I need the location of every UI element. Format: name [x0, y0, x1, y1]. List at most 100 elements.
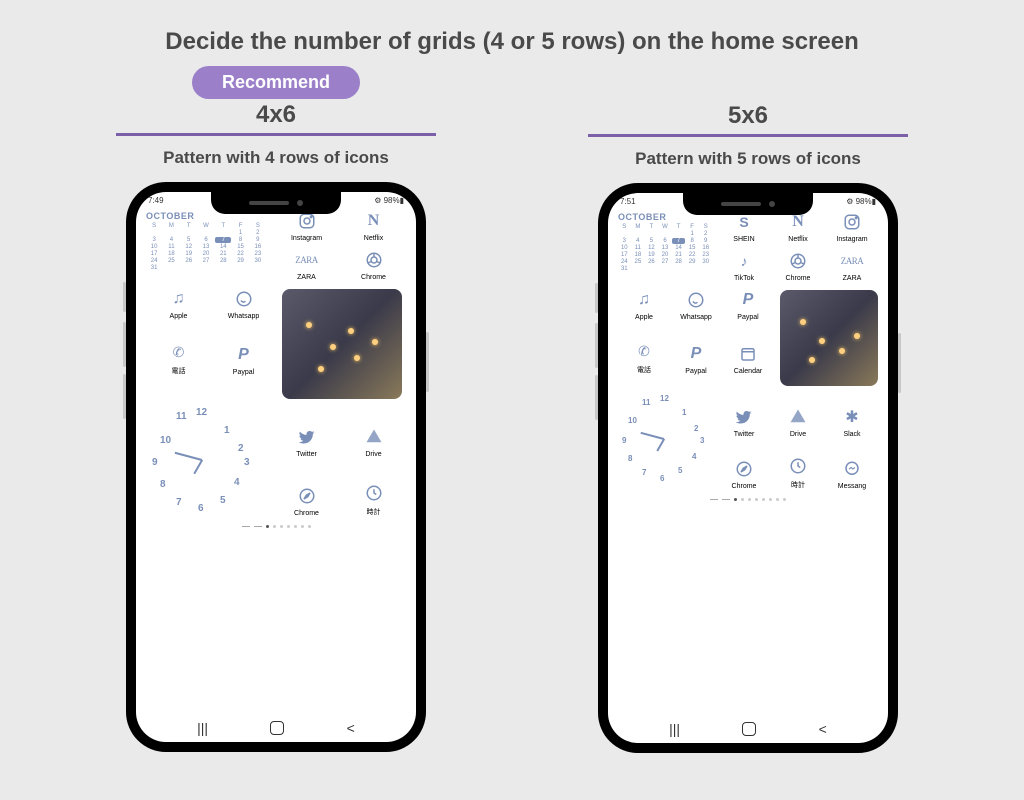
- app-label: Paypal: [685, 368, 706, 375]
- compass-icon: [734, 459, 754, 479]
- phone-volume-up: [595, 323, 598, 368]
- app-chrome[interactable]: Chrome: [772, 251, 824, 282]
- app-paypal[interactable]: PPaypal: [211, 342, 276, 376]
- drive-icon: [364, 427, 384, 447]
- grid-label-5x6: 5x6: [728, 102, 768, 130]
- app-netflix[interactable]: NNetflix: [341, 211, 406, 242]
- app-label: Drive: [790, 431, 806, 438]
- app-label: Chrome: [361, 274, 386, 281]
- home-button[interactable]: [270, 721, 284, 735]
- page-indicator[interactable]: [618, 498, 878, 501]
- pattern-label-5: Pattern with 5 rows of icons: [635, 149, 861, 169]
- app-calendar[interactable]: Calendar: [722, 341, 774, 375]
- music-icon: ♫: [634, 290, 654, 310]
- status-time: 7:51: [620, 197, 636, 206]
- app-slack[interactable]: ✱Slack: [826, 394, 878, 438]
- recommend-badge: Recommend: [192, 66, 360, 99]
- app-whatsapp[interactable]: Whatsapp: [211, 289, 276, 320]
- instagram-icon: [297, 211, 317, 231]
- app-時計[interactable]: 時計: [341, 466, 406, 517]
- app-label: Apple: [170, 313, 188, 320]
- netflix-icon: N: [788, 212, 808, 232]
- app-label: 電話: [637, 365, 651, 375]
- clock-widget[interactable]: 12 11 1 2 3 4 5 6 7 8 9 10: [618, 394, 712, 490]
- clock-icon: [364, 483, 384, 503]
- phone-power-button: [426, 332, 429, 392]
- app-label: Calendar: [734, 368, 762, 375]
- phone-screen: 7:49 ⚙ 98%▮ OCTOBER SMTWTFS1234567891011…: [136, 192, 416, 742]
- photo-widget[interactable]: [282, 289, 402, 399]
- app-label: 時計: [791, 480, 805, 490]
- home-button[interactable]: [742, 722, 756, 736]
- underline: [116, 133, 436, 136]
- phone-mockup-4x6: 7:49 ⚙ 98%▮ OCTOBER SMTWTFS1234567891011…: [126, 182, 426, 752]
- column-5x6: 5x6 Pattern with 5 rows of icons 7:51 ⚙ …: [528, 66, 968, 753]
- calendar-widget[interactable]: OCTOBER SMTWTFS1234567891011121314151617…: [146, 211, 266, 281]
- calendar-grid: SMTWTFS123456789101112131415161718192021…: [146, 223, 266, 271]
- app-label: TikTok: [734, 275, 754, 282]
- app-chrome[interactable]: Chrome: [341, 250, 406, 281]
- app-drive[interactable]: Drive: [341, 407, 406, 458]
- paypal-icon: P: [738, 290, 758, 310]
- phone-volume-up: [123, 322, 126, 367]
- zara-icon: ZARA: [842, 251, 862, 271]
- twitter-icon: [297, 427, 317, 447]
- app-whatsapp[interactable]: Whatsapp: [670, 290, 722, 321]
- app-label: Chrome: [294, 510, 319, 517]
- app-twitter[interactable]: Twitter: [274, 407, 339, 458]
- app-apple[interactable]: ♫ Apple: [146, 289, 211, 320]
- compass-icon: [297, 486, 317, 506]
- clock-icon: [788, 456, 808, 476]
- android-nav-bar[interactable]: ||| <: [608, 721, 888, 737]
- recents-button[interactable]: |||: [197, 720, 208, 736]
- app-電話[interactable]: ✆電話: [146, 342, 211, 376]
- status-indicators: ⚙ 98%▮: [846, 197, 876, 206]
- page-indicator[interactable]: [146, 525, 406, 528]
- app-apple[interactable]: ♫ Apple: [618, 290, 670, 321]
- whatsapp-icon: [686, 290, 706, 310]
- comparison-columns: Recommend 4x6 Pattern with 4 rows of ico…: [0, 56, 1024, 753]
- phone-mute-switch: [595, 283, 598, 313]
- clock-widget[interactable]: 12 11 1 2 3 4 5 6 7 8 9 10: [146, 407, 266, 517]
- app-電話[interactable]: ✆電話: [618, 341, 670, 375]
- app-chrome[interactable]: Chrome: [718, 446, 770, 490]
- app-twitter[interactable]: Twitter: [718, 394, 770, 438]
- app-zara[interactable]: ZARAZARA: [826, 251, 878, 282]
- netflix-icon: N: [364, 211, 384, 231]
- app-label: 電話: [172, 366, 186, 376]
- app-label: Apple: [635, 314, 653, 321]
- slack-icon: ✱: [842, 407, 862, 427]
- app-netflix[interactable]: NNetflix: [772, 212, 824, 243]
- photo-widget[interactable]: [780, 290, 878, 386]
- music-icon: ♫: [169, 289, 189, 309]
- back-button[interactable]: <: [347, 720, 355, 736]
- app-label: Paypal: [737, 314, 758, 321]
- recents-button[interactable]: |||: [669, 721, 680, 737]
- app-instagram[interactable]: Instagram: [826, 212, 878, 243]
- app-paypal[interactable]: P Paypal: [722, 290, 774, 321]
- instagram-icon: [842, 212, 862, 232]
- status-indicators: ⚙ 98%▮: [374, 196, 404, 205]
- phone-mockup-5x6: 7:51 ⚙ 98%▮ OCTOBER SMTWTFS1234567891011…: [598, 183, 898, 753]
- phone-screen: 7:51 ⚙ 98%▮ OCTOBER SMTWTFS1234567891011…: [608, 193, 888, 743]
- app-messang[interactable]: Messang: [826, 446, 878, 490]
- app-paypal[interactable]: P Paypal: [670, 341, 722, 375]
- app-shein[interactable]: SSHEIN: [718, 212, 770, 243]
- app-drive[interactable]: Drive: [772, 394, 824, 438]
- app-label: Chrome: [732, 483, 757, 490]
- paypal-icon: P: [686, 344, 706, 364]
- calendar-grid: SMTWTFS123456789101112131415161718192021…: [618, 224, 712, 272]
- calendar-widget[interactable]: OCTOBER SMTWTFS1234567891011121314151617…: [618, 212, 712, 282]
- app-label: Instagram: [291, 235, 322, 242]
- app-時計[interactable]: 時計: [772, 446, 824, 490]
- column-4x6: Recommend 4x6 Pattern with 4 rows of ico…: [56, 66, 496, 753]
- app-chrome[interactable]: Chrome: [274, 466, 339, 517]
- app-label: 時計: [367, 507, 381, 517]
- app-tiktok[interactable]: ♪TikTok: [718, 251, 770, 282]
- back-button[interactable]: <: [819, 721, 827, 737]
- app-zara[interactable]: ZARAZARA: [274, 250, 339, 281]
- phone-volume-down: [595, 375, 598, 420]
- android-nav-bar[interactable]: ||| <: [136, 720, 416, 736]
- app-instagram[interactable]: Instagram: [274, 211, 339, 242]
- phone-notch: [211, 192, 341, 214]
